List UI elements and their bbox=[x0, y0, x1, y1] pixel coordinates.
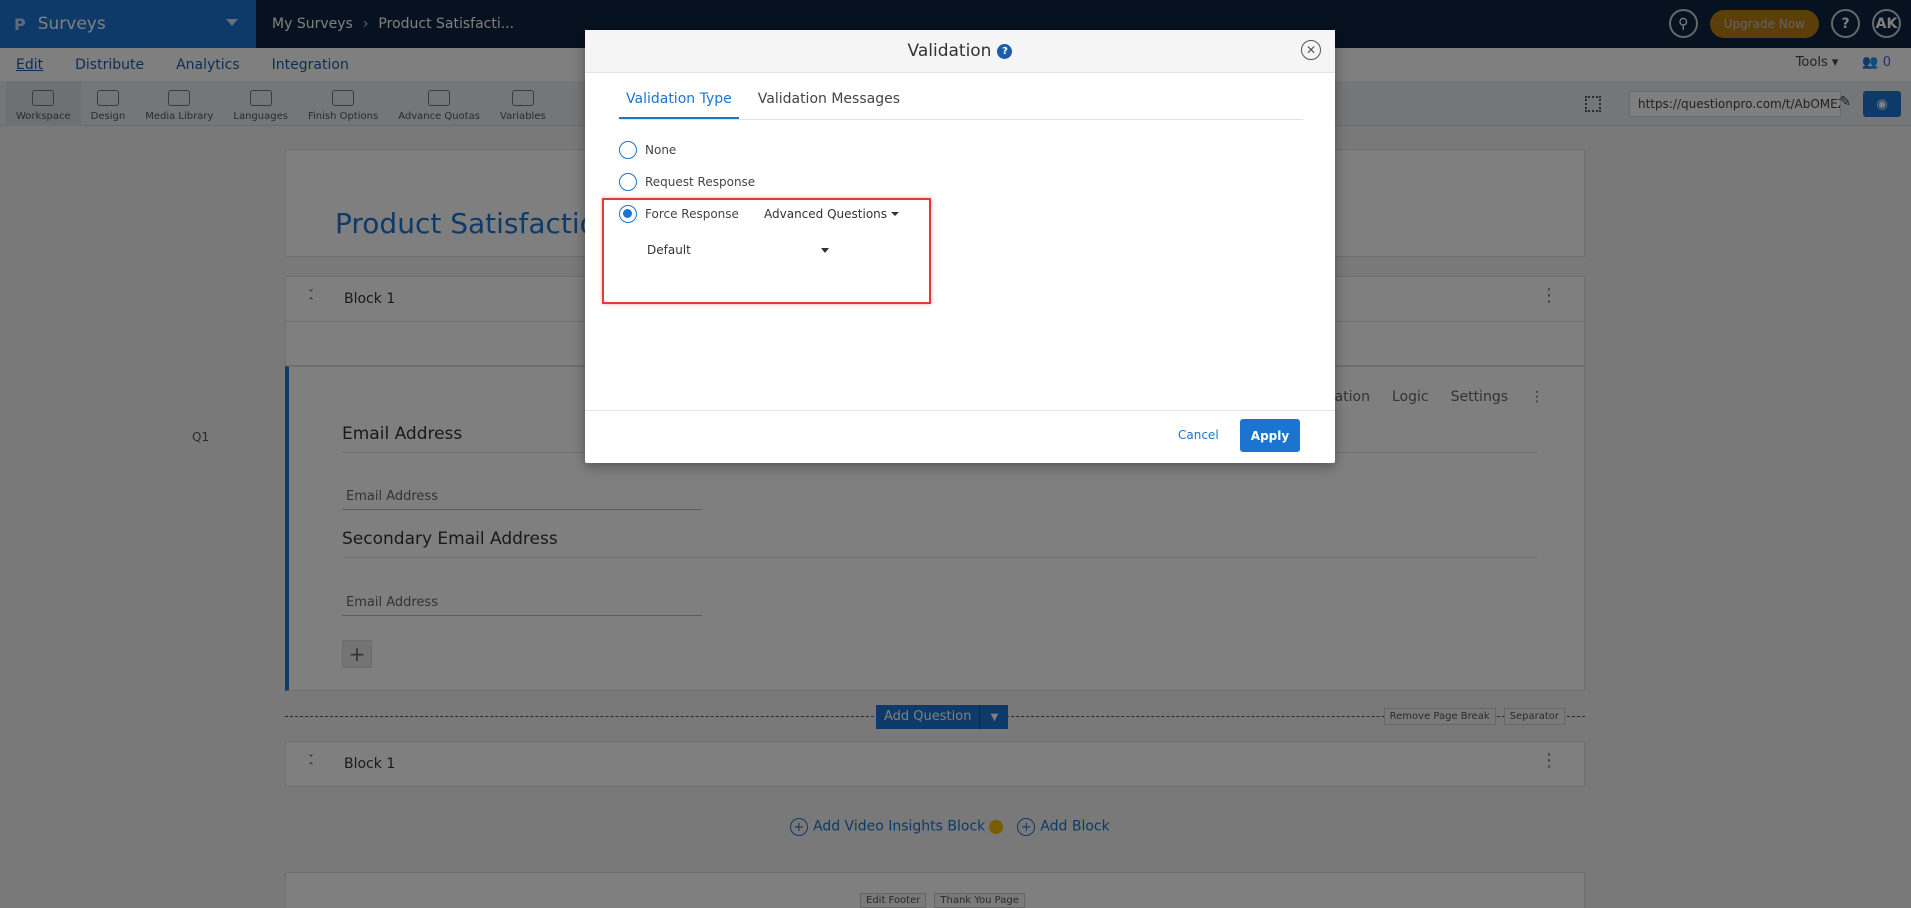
tab-validation-type[interactable]: Validation Type bbox=[619, 82, 739, 119]
apply-button[interactable]: Apply bbox=[1240, 419, 1300, 452]
option-label: Request Response bbox=[645, 175, 756, 189]
validation-modal: Validation ? ✕ Validation Type Validatio… bbox=[585, 30, 1335, 463]
highlight-annotation bbox=[602, 198, 931, 304]
cancel-button[interactable]: Cancel bbox=[1178, 428, 1219, 442]
modal-title: Validation bbox=[907, 41, 992, 61]
modal-header: Validation ? ✕ bbox=[585, 30, 1335, 73]
help-icon[interactable]: ? bbox=[997, 43, 1013, 59]
radio-request-response[interactable] bbox=[619, 173, 637, 191]
option-request-response[interactable]: Request Response bbox=[619, 173, 755, 191]
tab-validation-messages[interactable]: Validation Messages bbox=[751, 82, 907, 119]
close-icon[interactable]: ✕ bbox=[1301, 40, 1321, 60]
option-label: None bbox=[645, 143, 677, 157]
modal-footer-divider bbox=[585, 410, 1335, 411]
validation-tabs: Validation Type Validation Messages bbox=[619, 82, 1303, 120]
option-none[interactable]: None bbox=[619, 141, 676, 159]
radio-none[interactable] bbox=[619, 141, 637, 159]
